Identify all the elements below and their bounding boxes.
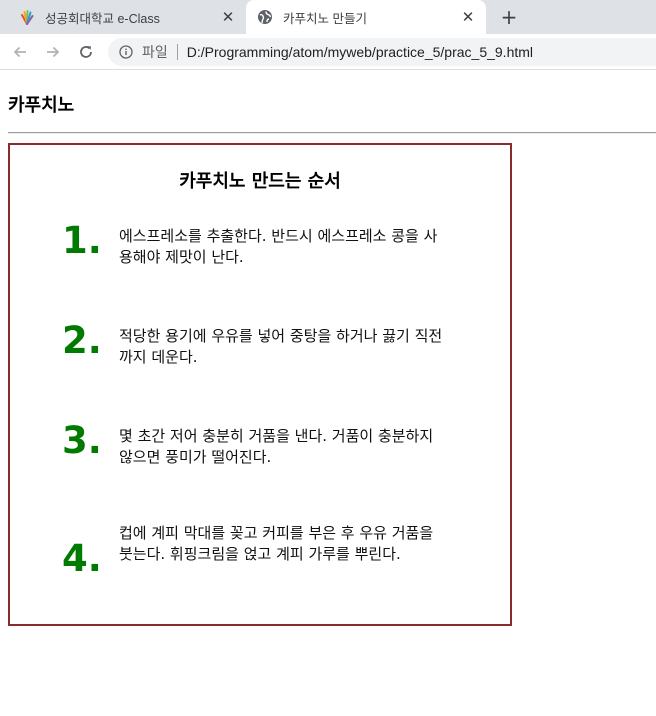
step-number: 1. — [62, 219, 102, 262]
recipe-step: 4. 컵에 계피 막대를 꽂고 커피를 부은 후 우유 거품을 붓는다. 휘핑크… — [62, 523, 462, 583]
back-arrow-icon[interactable] — [8, 40, 32, 64]
step-text: 에스프레소를 추출한다. 반드시 에스프레소 콩을 사용해야 제맛이 난다. — [119, 227, 438, 266]
recipe-step: 2. 적당한 용기에 우유를 넣어 중탕을 하거나 끓기 직전까지 데운다. — [62, 320, 462, 380]
forward-arrow-icon[interactable] — [41, 40, 65, 64]
tab-title: 카푸치노 만들기 — [283, 11, 367, 26]
recipe-step: 1. 에스프레소를 추출한다. 반드시 에스프레소 콩을 사용해야 제맛이 난다… — [62, 220, 462, 280]
globe-icon — [256, 8, 274, 26]
recipe-step: 3. 몇 초간 저어 충분히 거품을 낸다. 거품이 충분하지 않으면 풍미가 … — [62, 420, 462, 480]
tab-title: 성공회대학교 e-Class — [45, 11, 160, 26]
page-title: 카푸치노 — [8, 95, 75, 116]
recipe-box: 카푸치노 만드는 순서 1. 에스프레소를 추출한다. 반드시 에스프레소 콩을… — [8, 143, 512, 626]
horizontal-rule — [8, 132, 656, 134]
close-icon[interactable]: ✕ — [218, 7, 238, 27]
step-text: 몇 초간 저어 충분히 거품을 낸다. 거품이 충분하지 않으면 풍미가 떨어진… — [119, 427, 434, 466]
address-bar[interactable]: 파일 D:/Programming/atom/myweb/practice_5/… — [108, 38, 656, 66]
new-tab-icon[interactable]: + — [497, 5, 521, 29]
step-text: 컵에 계피 막대를 꽂고 커피를 부은 후 우유 거품을 붓는다. 휘핑크림을 … — [119, 524, 434, 563]
tab-eclass[interactable]: 성공회대학교 e-Class ✕ — [8, 0, 246, 34]
step-number: 3. — [62, 419, 102, 462]
scheme-label: 파일 — [142, 44, 168, 60]
info-icon[interactable] — [118, 44, 134, 60]
step-number: 2. — [62, 319, 102, 362]
tab-cappuccino[interactable]: 카푸치노 만들기 ✕ — [246, 0, 486, 34]
recipe-title: 카푸치노 만드는 순서 — [179, 171, 341, 192]
page-content: 카푸치노 카푸치노 만드는 순서 1. 에스프레소를 추출한다. 반드시 에스프… — [0, 71, 656, 716]
divider — [176, 44, 178, 60]
step-text: 적당한 용기에 우유를 넣어 중탕을 하거나 끓기 직전까지 데운다. — [119, 327, 443, 366]
url-text[interactable]: D:/Programming/atom/myweb/practice_5/pra… — [187, 44, 533, 60]
reload-icon[interactable] — [74, 40, 98, 64]
step-number: 4. — [62, 537, 102, 580]
close-icon[interactable]: ✕ — [458, 7, 478, 27]
colorful-hand-icon — [18, 8, 36, 26]
browser-toolbar: 파일 D:/Programming/atom/myweb/practice_5/… — [0, 34, 656, 70]
tab-strip: 성공회대학교 e-Class ✕ 카푸치노 만들기 ✕ + — [0, 0, 656, 34]
